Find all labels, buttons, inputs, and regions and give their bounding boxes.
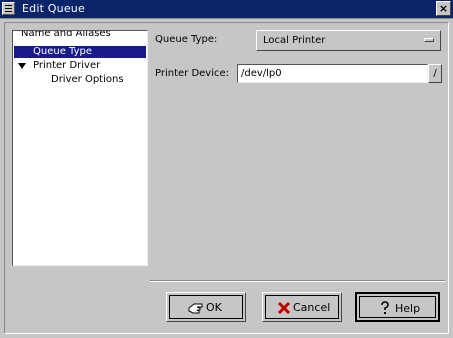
tree-item-name-and-aliases[interactable]: Name and Aliases <box>16 31 146 43</box>
hand-icon <box>188 303 203 314</box>
expand-triangle-icon[interactable] <box>18 63 26 69</box>
question-icon <box>381 301 389 314</box>
window-title: Edit Queue <box>22 2 85 15</box>
ok-label: OK <box>206 301 222 314</box>
tree-item-printer-driver[interactable]: Printer Driver <box>14 60 146 72</box>
printer-device-field[interactable]: /dev/lp0 <box>237 64 428 83</box>
tree-item-driver-options[interactable]: Driver Options <box>14 74 146 86</box>
queue-type-value: Local Printer <box>263 35 326 46</box>
ok-button[interactable]: OK <box>166 292 246 322</box>
separator <box>150 280 445 282</box>
device-browse-button[interactable]: / <box>428 64 442 83</box>
navigation-tree: Name and Aliases Queue Type Printer Driv… <box>12 30 148 266</box>
queue-type-label: Queue Type: <box>155 34 218 45</box>
title-bar: Edit Queue × <box>0 0 453 19</box>
cancel-label: Cancel <box>293 301 331 314</box>
help-button[interactable]: Help <box>355 292 440 322</box>
printer-device-label: Printer Device: <box>155 68 230 79</box>
queue-type-dropdown[interactable]: Local Printer <box>256 30 441 51</box>
printer-device-value: /dev/lp0 <box>241 68 282 79</box>
help-label: Help <box>395 302 421 315</box>
dropdown-indicator-icon <box>424 38 434 42</box>
tree-item-queue-type[interactable]: Queue Type <box>14 46 146 58</box>
window-menu-icon[interactable] <box>2 2 15 15</box>
close-button[interactable]: × <box>436 1 451 16</box>
x-icon <box>277 301 291 315</box>
cancel-button[interactable]: Cancel <box>262 292 342 322</box>
